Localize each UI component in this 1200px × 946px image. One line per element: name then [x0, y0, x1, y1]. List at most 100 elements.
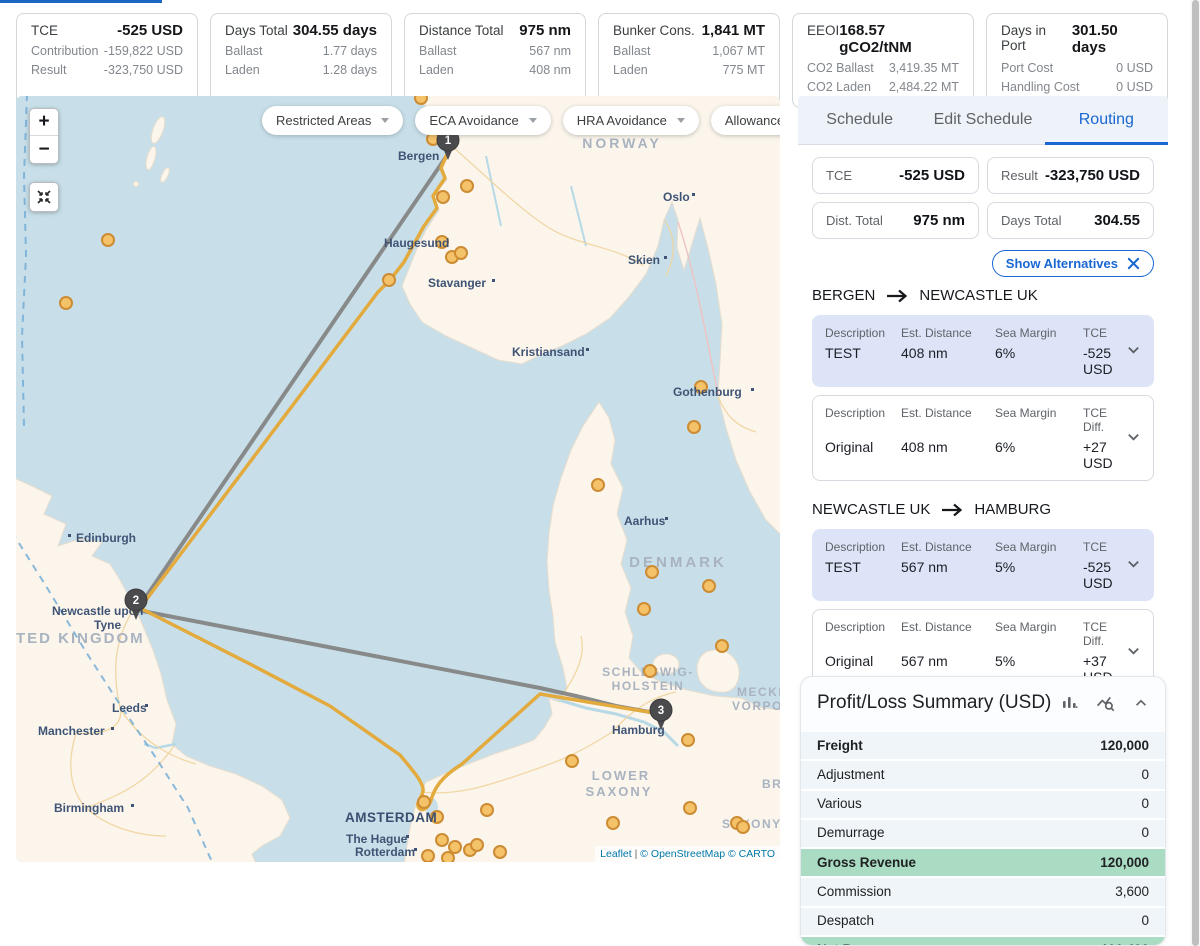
route-option-original[interactable]: Description Est. Distance Sea Margin TCE… [812, 395, 1154, 481]
pin-number: 3 [658, 705, 664, 717]
arrow-right-icon [940, 503, 964, 517]
route-option-test[interactable]: Description Est. Distance Sea Margin TCE… [812, 529, 1154, 601]
stat-value: 301.50 days [1072, 22, 1153, 56]
stat-sub-label: Laden [613, 61, 648, 80]
option-col-header: Description [825, 326, 901, 340]
stat-value: -525 USD [117, 22, 183, 39]
arrow-right-icon [885, 289, 909, 303]
option-col-value: TEST [825, 345, 901, 377]
pnl-row-commission: Commission3,600 [801, 878, 1165, 907]
pnl-row-gross-revenue: Gross Revenue 120,000 [801, 849, 1165, 878]
city-label: Manchester [38, 724, 105, 738]
stat-sub-label: Contribution [31, 42, 98, 61]
allowance-dropdown[interactable]: Allowance [711, 106, 780, 135]
collapse-chevron-up-icon[interactable] [1133, 695, 1149, 711]
region-label: BR [762, 777, 780, 791]
chevron-down-icon [677, 118, 685, 123]
fit-bounds-button[interactable] [29, 182, 59, 212]
summary-label: Result [1001, 168, 1038, 183]
pnl-row-label: Adjustment [817, 765, 885, 785]
option-col-value: 408 nm [901, 345, 995, 377]
stat-value: 1,841 MT [702, 22, 765, 39]
close-icon[interactable] [1127, 257, 1140, 270]
city-label: Aarhus [624, 514, 666, 528]
pnl-row-value: 120,000 [1100, 853, 1149, 873]
stat-sub-value: 1.77 days [323, 42, 377, 61]
summary-value: 975 nm [913, 212, 965, 229]
option-col-value: Original [825, 439, 901, 471]
city-label: Birmingham [54, 801, 124, 815]
panel-tabs: Schedule Edit Schedule Routing [798, 96, 1168, 145]
stat-sub-label: Handling Cost [1001, 78, 1080, 97]
city-label: Tyne [94, 618, 121, 632]
leaflet-link[interactable]: Leaflet [600, 848, 632, 860]
leg-from: BERGEN [812, 287, 875, 304]
city-label: Edinburgh [76, 531, 136, 545]
region-label: HOLSTEIN [612, 679, 685, 693]
option-col-value: 567 nm [901, 559, 995, 591]
city-label: Gothenburg [673, 385, 742, 399]
tab-routing[interactable]: Routing [1045, 96, 1168, 144]
summary-card-result: Result -323,750 USD [987, 157, 1154, 194]
tab-edit-schedule[interactable]: Edit Schedule [921, 96, 1044, 144]
zoom-in-button[interactable]: + [30, 109, 58, 136]
option-col-value: 5% [995, 559, 1083, 591]
pnl-row-value: 120,000 [1100, 736, 1149, 756]
carto-link[interactable]: © CARTO [728, 848, 775, 860]
stat-sub-label: Port Cost [1001, 59, 1053, 78]
stat-card-days-in-port: Days in Port301.50 days Port Cost 0 USD H… [986, 13, 1168, 108]
option-col-header: Est. Distance [901, 406, 995, 434]
option-col-header: Est. Distance [901, 620, 995, 648]
stat-sub-label: CO2 Ballast [807, 59, 874, 78]
pill-label: ECA Avoidance [429, 113, 518, 128]
chevron-down-icon[interactable] [1126, 342, 1141, 357]
zoom-out-button[interactable]: − [30, 136, 58, 163]
tab-schedule[interactable]: Schedule [798, 96, 921, 144]
summary-label: Days Total [1001, 213, 1061, 228]
pnl-row-label: Commission [817, 882, 891, 902]
summary-card-days-total: Days Total 304.55 [987, 202, 1154, 239]
pnl-row-net-revenue: Net Revenue116,400 [801, 937, 1165, 946]
osm-link[interactable]: © OpenStreetMap [640, 848, 725, 860]
route-option-test[interactable]: Description Est. Distance Sea Margin TCE… [812, 315, 1154, 387]
eca-avoidance-dropdown[interactable]: ECA Avoidance [415, 106, 550, 135]
chevron-down-icon[interactable] [1126, 429, 1141, 444]
pin-number: 1 [445, 135, 452, 147]
option-col-header: Sea Margin [995, 620, 1083, 648]
page-scrollbar[interactable] [1190, 0, 1200, 946]
chevron-down-icon[interactable] [1126, 643, 1141, 658]
summary-label: Dist. Total [826, 213, 883, 228]
stat-sub-value: 0 USD [1116, 78, 1153, 97]
pnl-row-label: Gross Revenue [817, 853, 916, 873]
stat-sub-value: 1.28 days [323, 61, 377, 80]
stat-sub-value: 2,484.22 MT [889, 78, 959, 97]
bar-chart-icon[interactable] [1060, 694, 1078, 712]
stat-sub-value: 1,067 MT [712, 42, 765, 61]
show-alternatives-button[interactable]: Show Alternatives [992, 250, 1154, 277]
routing-panel: Schedule Edit Schedule Routing TCE -525 … [798, 96, 1168, 746]
route-map[interactable]: NORWAY DENMARK TED KINGDOM SCHLESWIG- HO… [16, 96, 780, 862]
stat-sub-label: Laden [419, 61, 454, 80]
map-canvas[interactable]: NORWAY DENMARK TED KINGDOM SCHLESWIG- HO… [16, 96, 780, 862]
chevron-down-icon[interactable] [1126, 556, 1141, 571]
stat-title: Days in Port [1001, 23, 1072, 53]
pnl-row-label: Net Revenue [817, 940, 899, 946]
pnl-row-despatch: Despatch0 [801, 908, 1165, 937]
map-attribution: Leaflet | © OpenStreetMap © CARTO [595, 846, 780, 862]
pnl-row-value: 0 [1141, 794, 1149, 814]
island-small [134, 182, 139, 187]
region-label: SAXONY [586, 784, 653, 799]
stat-title: Days Total [225, 23, 288, 38]
leg-header: NEWCASTLE UK HAMBURG [812, 501, 1154, 518]
restricted-areas-dropdown[interactable]: Restricted Areas [262, 106, 403, 135]
city-label: Skien [628, 253, 660, 267]
chevron-down-icon [381, 118, 389, 123]
query-stats-icon[interactable] [1096, 694, 1115, 713]
pnl-row-label: Despatch [817, 911, 874, 931]
scrollbar-thumb[interactable] [1192, 0, 1199, 946]
summary-value: 304.55 [1094, 212, 1140, 229]
hra-avoidance-dropdown[interactable]: HRA Avoidance [563, 106, 699, 135]
pnl-row-label: Demurrage [817, 823, 885, 843]
pnl-row-value: 0 [1141, 765, 1149, 785]
pnl-row-various: Various0 [801, 791, 1165, 820]
